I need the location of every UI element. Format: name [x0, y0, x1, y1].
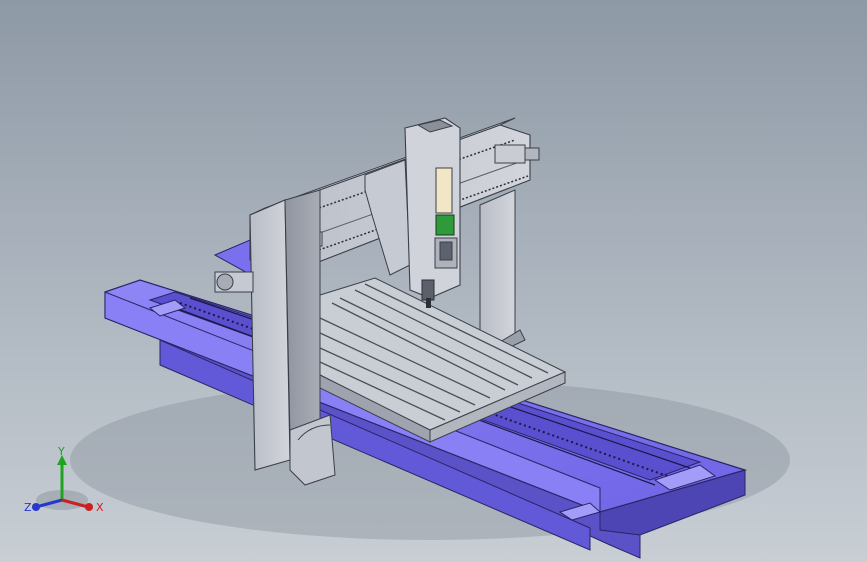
z-axis-head[interactable] [364, 117, 461, 308]
gantry-column-right[interactable] [479, 189, 526, 353]
y-axis-motor[interactable] [214, 271, 254, 293]
cad-viewport[interactable]: Y X Z [0, 0, 867, 562]
y-axis-label: Y [57, 445, 65, 458]
coordinate-triad: Y X Z [24, 445, 104, 514]
x-axis-label: X [96, 501, 104, 514]
machine-model-view[interactable] [0, 0, 867, 562]
z-axis-label: Z [24, 501, 32, 514]
